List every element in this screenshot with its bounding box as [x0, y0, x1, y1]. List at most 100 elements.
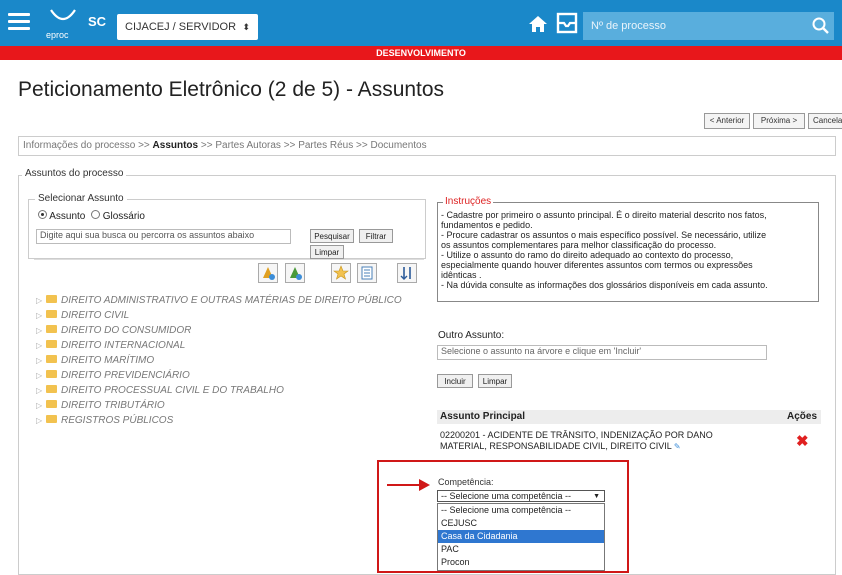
folder-icon: [46, 310, 57, 319]
include-button[interactable]: Incluir: [437, 374, 473, 388]
actions-header-label: Ações: [786, 411, 817, 422]
document-list-icon[interactable]: [357, 263, 377, 283]
pointer-arrow: [387, 484, 421, 486]
glossary-radio[interactable]: [90, 210, 100, 219]
subject-search-input[interactable]: Digite aqui sua busca ou percorra os ass…: [36, 229, 291, 244]
subject-radio-label: Assunto: [49, 211, 86, 222]
tree-item[interactable]: ▷ DIREITO PREVIDENCIÁRIO: [36, 369, 190, 383]
tree-item[interactable]: ▷ REGISTROS PÚBLICOS: [36, 414, 173, 428]
tree-item[interactable]: ▷ DIREITO MARÍTIMO: [36, 354, 154, 368]
competence-option[interactable]: -- Selecione uma competência --: [438, 504, 604, 517]
folder-icon: [46, 295, 57, 304]
logo-text: eproc: [46, 30, 69, 40]
competence-label: Competência:: [438, 477, 494, 487]
expand-arrow-icon[interactable]: ▷: [36, 354, 46, 368]
instructions-line: os assuntos complementares para melhor c…: [441, 240, 717, 250]
search-icon[interactable]: [807, 12, 834, 40]
breadcrumb-separator: >>: [200, 140, 213, 151]
expand-arrow-icon[interactable]: ▷: [36, 369, 46, 383]
tree-item-label: DIREITO TRIBUTÁRIO: [61, 400, 165, 411]
hamburger-menu-icon[interactable]: [8, 13, 30, 31]
environment-banner: DESENVOLVIMENTO: [0, 46, 842, 60]
clear-button[interactable]: Limpar: [310, 245, 344, 259]
filter-button[interactable]: Filtrar: [359, 229, 393, 243]
main-subject-text: MATERIAL, RESPONSABILIDADE CIVIL, DIREIT…: [440, 441, 681, 451]
breadcrumb-step-subjects: Assuntos: [152, 140, 199, 151]
main-subject-header: Assunto Principal Ações: [437, 410, 821, 424]
competence-option[interactable]: CEJUSC: [438, 517, 604, 530]
folder-icon: [46, 340, 57, 349]
home-icon[interactable]: [528, 14, 548, 34]
tree-item-label: DIREITO ADMINISTRATIVO E OUTRAS MATÉRIAS…: [61, 295, 402, 306]
next-button[interactable]: Próxima >: [753, 113, 805, 129]
competence-option-selected[interactable]: Casa da Cidadania: [438, 530, 604, 543]
tree-item[interactable]: ▷ DIREITO ADMINISTRATIVO E OUTRAS MATÉRIA…: [36, 294, 402, 308]
tree-item[interactable]: ▷ DIREITO TRIBUTÁRIO: [36, 399, 165, 413]
main-subject-header-label: Assunto Principal: [440, 411, 526, 422]
competence-select-value: -- Selecione uma competência --: [441, 491, 572, 501]
subject-radio-group: Assunto Glossário: [38, 210, 145, 222]
clear-other-subject-button[interactable]: Limpar: [478, 374, 512, 388]
competence-option[interactable]: Procon: [438, 556, 604, 569]
organization-select-value: CIJACEJ / SERVIDOR: [125, 21, 237, 33]
organization-select[interactable]: CIJACEJ / SERVIDOR ⬍: [117, 14, 258, 40]
competence-option[interactable]: PAC: [438, 543, 604, 556]
main-subject-text: 02200201 - ACIDENTE DE TRÂNSITO, INDENIZ…: [440, 430, 713, 440]
process-number-search-input[interactable]: [583, 12, 807, 40]
competence-select[interactable]: -- Selecione uma competência -- ▼: [437, 490, 605, 502]
other-subject-input[interactable]: Selecione o assunto na árvore e clique e…: [437, 345, 767, 360]
tree-item[interactable]: ▷ DIREITO CIVIL: [36, 309, 129, 323]
expand-arrow-icon[interactable]: ▷: [36, 384, 46, 398]
folder-icon: [46, 400, 57, 409]
expand-arrow-icon[interactable]: ▷: [36, 309, 46, 323]
expand-arrow-icon[interactable]: ▷: [36, 339, 46, 353]
glossary-radio-label: Glossário: [102, 211, 145, 222]
instructions-title: Instruções: [443, 196, 494, 207]
expand-arrow-icon[interactable]: ▷: [36, 324, 46, 338]
instructions-line: - Na dúvida consulte as informações dos …: [441, 280, 768, 290]
subjects-legend: Assuntos do processo: [22, 168, 127, 179]
breadcrumb-step-defendants: Partes Réus: [298, 140, 354, 151]
folder-icon: [46, 385, 57, 394]
select-subject-legend: Selecionar Assunto: [35, 193, 127, 204]
info-icon[interactable]: ✎: [674, 442, 681, 451]
expand-arrow-icon[interactable]: ▷: [36, 294, 46, 308]
sort-icon[interactable]: [397, 263, 417, 283]
tree-item[interactable]: ▷ DIREITO DO CONSUMIDOR: [36, 324, 191, 338]
tree-item[interactable]: ▷ DIREITO PROCESSUAL CIVIL E DO TRABALHO: [36, 384, 284, 398]
previous-button[interactable]: < Anterior: [704, 113, 750, 129]
state-label: SC: [88, 14, 107, 29]
instructions-line: especialmente quando houver diferentes a…: [441, 260, 753, 270]
favorites-star-icon[interactable]: [331, 263, 351, 283]
breadcrumb: Informações do processo >> Assuntos >> P…: [18, 136, 836, 156]
tree-item[interactable]: ▷ DIREITO INTERNACIONAL: [36, 339, 185, 353]
breadcrumb-step-documents: Documentos: [370, 140, 427, 151]
tree-item-label: DIREITO DO CONSUMIDOR: [61, 325, 192, 336]
expand-tree-icon[interactable]: [258, 263, 278, 283]
cancel-button[interactable]: Cancelar: [808, 113, 842, 129]
breadcrumb-separator: >>: [138, 140, 150, 151]
tree-item-label: DIREITO INTERNACIONAL: [61, 340, 186, 351]
delete-icon[interactable]: ✖: [796, 432, 809, 450]
collapse-tree-icon[interactable]: [285, 263, 305, 283]
search-button[interactable]: Pesquisar: [310, 229, 354, 243]
expand-arrow-icon[interactable]: ▷: [36, 399, 46, 413]
tree-item-label: REGISTROS PÚBLICOS: [61, 415, 174, 426]
instructions-line: - Cadastre por primeiro o assunto princi…: [441, 210, 767, 220]
instructions-line: - Procure cadastrar os assuntos o mais e…: [441, 230, 767, 240]
tree-item-label: DIREITO CIVIL: [61, 310, 130, 321]
tree-item-label: DIREITO MARÍTIMO: [61, 355, 155, 366]
instructions-line: - Utilize o assunto do ramo do direito a…: [441, 250, 734, 260]
select-caret-icon: ⬍: [242, 22, 250, 32]
toolbar-divider: [34, 259, 424, 260]
competence-dropdown-list[interactable]: -- Selecione uma competência -- CEJUSC C…: [437, 503, 605, 571]
instructions-line: idênticas .: [441, 270, 482, 280]
folder-icon: [46, 325, 57, 334]
tree-item-label: DIREITO PREVIDENCIÁRIO: [61, 370, 190, 381]
tree-item-label: DIREITO PROCESSUAL CIVIL E DO TRABALHO: [61, 385, 284, 396]
expand-arrow-icon[interactable]: ▷: [36, 414, 46, 428]
breadcrumb-step-plaintiffs: Partes Autoras: [215, 140, 281, 151]
dropdown-caret-icon: ▼: [593, 493, 600, 500]
mailbox-icon[interactable]: [556, 12, 578, 34]
subject-radio[interactable]: [38, 210, 47, 219]
